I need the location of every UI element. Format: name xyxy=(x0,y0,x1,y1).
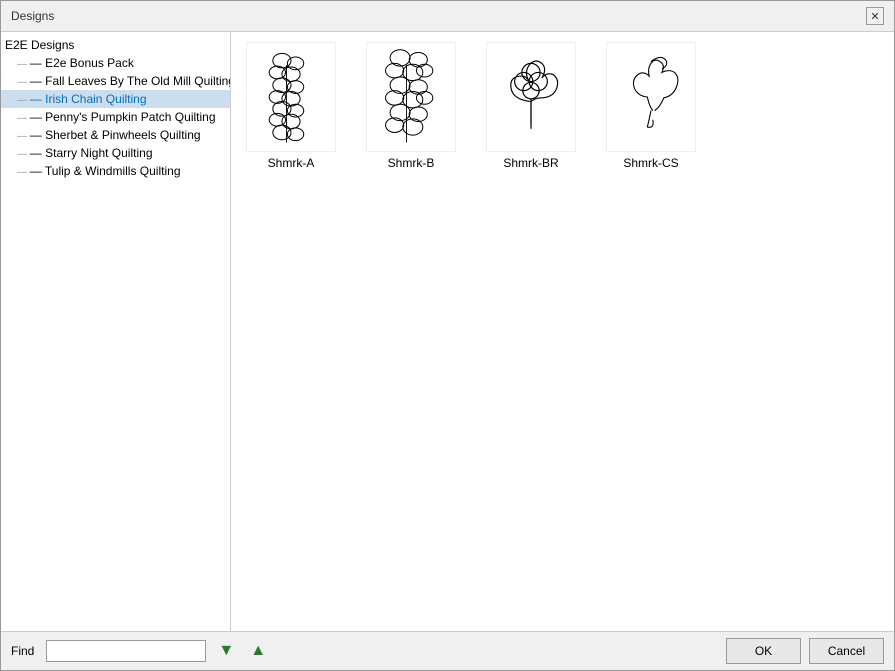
tree-item-sherbet-pinwheels[interactable]: — Sherbet & Pinwheels Quilting xyxy=(1,126,230,144)
tree-item-irish-chain[interactable]: — Irish Chain Quilting xyxy=(1,90,230,108)
design-item-shmrk-b[interactable]: Shmrk-B xyxy=(361,42,461,170)
tree-panel: E2E Designs— E2e Bonus Pack— Fall Leaves… xyxy=(1,32,231,631)
title-bar: Designs ✕ xyxy=(1,1,894,32)
up-nav-button[interactable]: ▲ xyxy=(246,640,270,662)
design-image-shmrk-br xyxy=(486,42,576,152)
designs-dialog: Designs ✕ E2E Designs— E2e Bonus Pack— F… xyxy=(0,0,895,671)
ok-button[interactable]: OK xyxy=(726,638,801,664)
tree-item-e2e-bonus-pack[interactable]: — E2e Bonus Pack xyxy=(1,54,230,72)
design-item-shmrk-cs[interactable]: Shmrk-CS xyxy=(601,42,701,170)
tree-item-penny-pumpkin[interactable]: — Penny's Pumpkin Patch Quilting xyxy=(1,108,230,126)
design-label-shmrk-b: Shmrk-B xyxy=(388,156,435,170)
bottom-bar: Find ▼ ▲ OK Cancel xyxy=(1,631,894,670)
find-input[interactable] xyxy=(46,640,206,662)
design-item-shmrk-br[interactable]: Shmrk-BR xyxy=(481,42,581,170)
design-label-shmrk-a: Shmrk-A xyxy=(268,156,315,170)
dialog-content: E2E Designs— E2e Bonus Pack— Fall Leaves… xyxy=(1,32,894,631)
tree-item-starry-night[interactable]: — Starry Night Quilting xyxy=(1,144,230,162)
design-label-shmrk-br: Shmrk-BR xyxy=(503,156,558,170)
down-nav-button[interactable]: ▼ xyxy=(214,640,238,662)
close-button[interactable]: ✕ xyxy=(866,7,884,25)
find-label: Find xyxy=(11,644,34,658)
design-label-shmrk-cs: Shmrk-CS xyxy=(623,156,678,170)
design-image-shmrk-cs xyxy=(606,42,696,152)
cancel-button[interactable]: Cancel xyxy=(809,638,884,664)
design-image-shmrk-a xyxy=(246,42,336,152)
design-image-shmrk-b xyxy=(366,42,456,152)
dialog-title: Designs xyxy=(11,9,54,23)
tree-item-e2e-designs[interactable]: E2E Designs xyxy=(1,36,230,54)
design-item-shmrk-a[interactable]: Shmrk-A xyxy=(241,42,341,170)
design-grid: Shmrk-A Shmrk-B xyxy=(231,32,894,631)
tree-item-fall-leaves[interactable]: — Fall Leaves By The Old Mill Quilting xyxy=(1,72,230,90)
tree-item-tulip-windmills[interactable]: — Tulip & Windmills Quilting xyxy=(1,162,230,180)
